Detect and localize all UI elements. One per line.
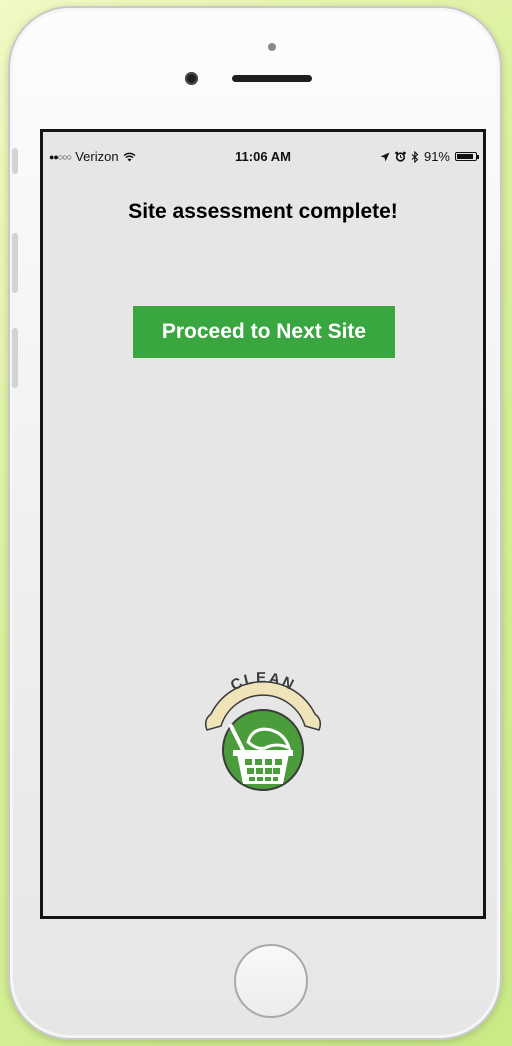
proximity-sensor — [268, 43, 276, 51]
volume-down-button — [12, 328, 18, 388]
battery-percent: 91% — [423, 149, 450, 164]
app-screen: ●●○○○ Verizon 11:06 AM 91% Site assessme… — [40, 129, 486, 919]
bluetooth-icon — [411, 150, 419, 163]
home-button[interactable] — [234, 944, 308, 1018]
earpiece-speaker — [232, 75, 312, 82]
clean-logo: CLEAN — [204, 669, 322, 791]
volume-up-button — [12, 233, 18, 293]
mute-switch — [12, 148, 18, 174]
battery-icon — [455, 152, 479, 161]
page-title: Site assessment complete! — [128, 200, 398, 223]
alarm-icon — [395, 151, 406, 162]
basket-icon — [233, 750, 293, 784]
location-arrow-icon — [380, 152, 390, 161]
status-right: 91% — [380, 149, 479, 164]
status-bar: ●●○○○ Verizon 11:06 AM 91% — [43, 132, 483, 164]
front-camera — [185, 72, 198, 85]
battery-nub — [477, 155, 479, 159]
battery-level — [457, 154, 474, 159]
proceed-next-site-button[interactable]: Proceed to Next Site — [133, 306, 395, 358]
